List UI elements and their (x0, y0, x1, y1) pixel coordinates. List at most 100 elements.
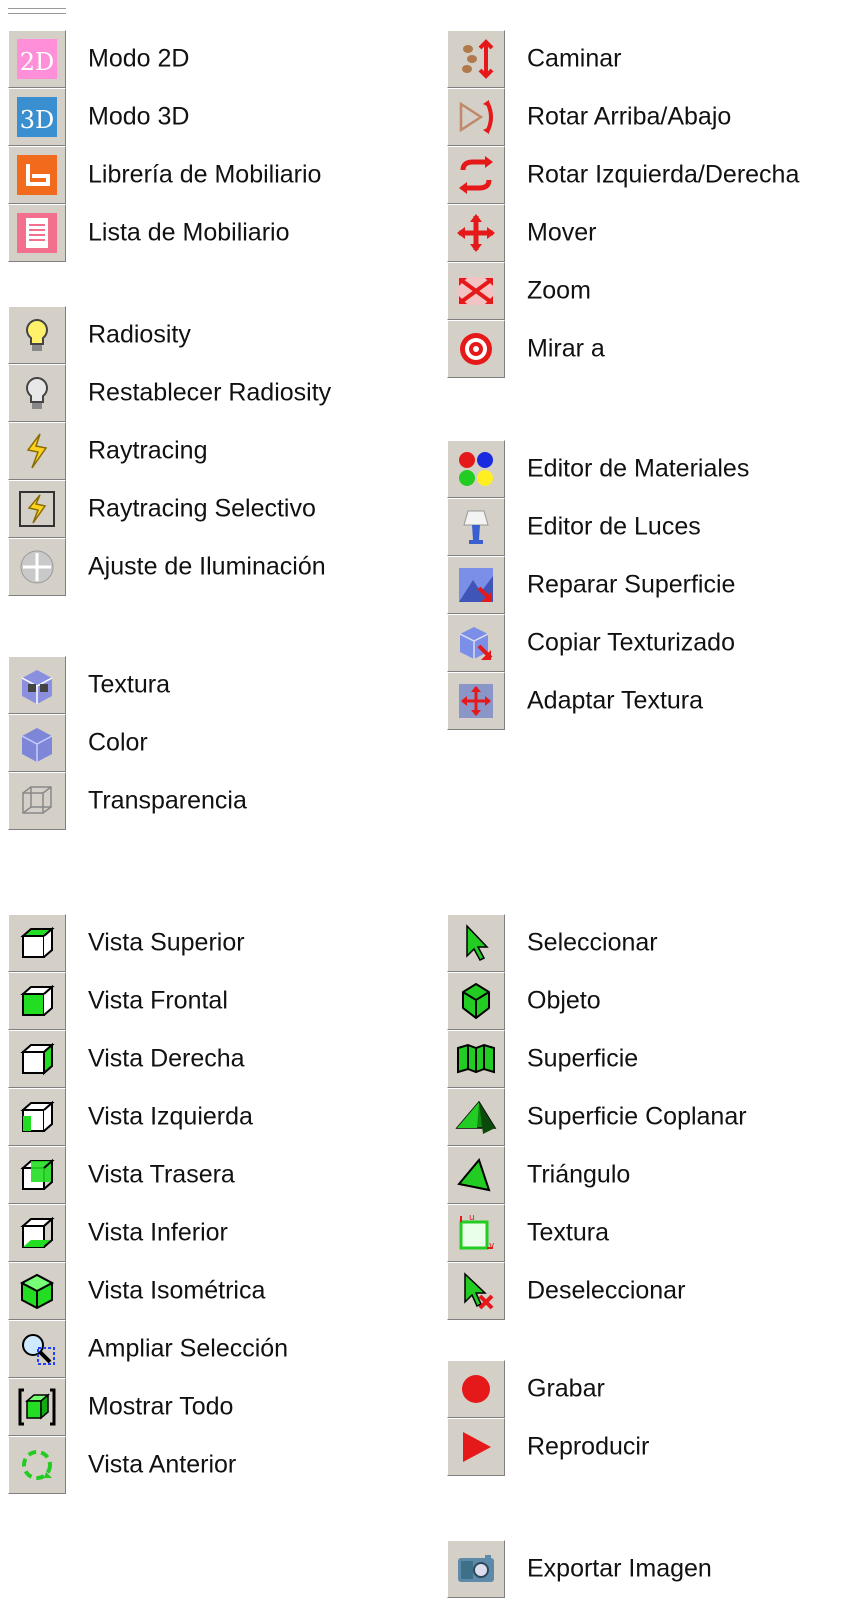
material-editor-icon (447, 440, 505, 498)
tool-label: Transparencia (88, 786, 247, 815)
tool-label: Rotar Izquierda/Derecha (527, 160, 800, 189)
tool-label: Vista Isométrica (88, 1276, 266, 1305)
select-arrow-icon (447, 914, 505, 972)
toolbar-group-views: Vista Superior Vista Frontal Vista Derec… (8, 914, 428, 1494)
toolbar-group-export: Exportar Imagen (447, 1540, 847, 1598)
surface-icon (447, 1030, 505, 1088)
tool-label: Vista Superior (88, 928, 245, 957)
view-top-icon (8, 914, 66, 972)
lightning-icon (8, 422, 66, 480)
texture-cube-icon (8, 656, 66, 714)
tool-label: Ampliar Selección (88, 1334, 289, 1363)
tool-label: Mover (527, 218, 597, 247)
tool-label: Deseleccionar (527, 1276, 686, 1305)
toolbar-group-selection: Seleccionar Objeto Superficie Superficie… (447, 914, 847, 1320)
furniture-library-icon (8, 146, 66, 204)
tool-label: Vista Trasera (88, 1160, 235, 1189)
tool-label: Triángulo (527, 1160, 631, 1189)
wireframe-cube-icon (8, 772, 66, 830)
coplanar-surface-icon (447, 1088, 505, 1146)
record-icon (447, 1360, 505, 1418)
tool-label: Mirar a (527, 334, 605, 363)
tool-label: Modo 2D (88, 44, 190, 73)
copy-texture-icon (447, 614, 505, 672)
tool-label: Vista Derecha (88, 1044, 245, 1073)
move-icon (447, 204, 505, 262)
tool-label: Vista Izquierda (88, 1102, 253, 1131)
tool-label: Exportar Imagen (527, 1554, 712, 1583)
tool-label: Color (88, 728, 148, 757)
tool-label: Textura (527, 1218, 609, 1247)
svg-text:2D: 2D (20, 48, 55, 76)
view-front-icon (8, 972, 66, 1030)
tool-label: Raytracing (88, 436, 208, 465)
deselect-icon (447, 1262, 505, 1320)
toolbar-group-record: Grabar Reproducir (447, 1360, 847, 1476)
zoom-selection-icon (8, 1320, 66, 1378)
object-icon (447, 972, 505, 1030)
show-all-icon (8, 1378, 66, 1436)
svg-text:3D: 3D (20, 106, 55, 134)
tool-label: Reparar Superficie (527, 570, 736, 599)
tool-label: Textura (88, 670, 170, 699)
walk-icon (447, 30, 505, 88)
tool-label: Vista Frontal (88, 986, 228, 1015)
color-cube-icon (8, 714, 66, 772)
tool-label: Seleccionar (527, 928, 658, 957)
tool-label: Mostrar Todo (88, 1392, 234, 1421)
svg-text:v: v (489, 1241, 495, 1251)
tool-label: Lista de Mobiliario (88, 218, 290, 247)
tool-label: Ajuste de Iluminación (88, 552, 326, 581)
tool-label: Restablecer Radiosity (88, 378, 332, 407)
lightbulb-off-icon (8, 364, 66, 422)
tool-label: Reproducir (527, 1432, 650, 1461)
svg-text:u: u (469, 1213, 475, 1223)
rotate-leftright-icon (447, 146, 505, 204)
toolbar-grip (8, 8, 66, 14)
view-isometric-icon (8, 1262, 66, 1320)
tool-label: Modo 3D (88, 102, 190, 131)
lightbulb-on-icon (8, 306, 66, 364)
view-left-icon (8, 1088, 66, 1146)
tool-label: Superficie Coplanar (527, 1102, 747, 1131)
toolbar-group-view-mode: 2D Modo 2D 3D Modo 3D Librería de Mobili… (8, 30, 428, 262)
rotate-updown-icon (447, 88, 505, 146)
play-icon (447, 1418, 505, 1476)
view-right-icon (8, 1030, 66, 1088)
tool-label: Vista Inferior (88, 1218, 228, 1247)
toolbar-group-lighting: Radiosity Restablecer Radiosity Raytraci… (8, 306, 428, 596)
previous-view-icon (8, 1436, 66, 1494)
tool-label: Librería de Mobiliario (88, 160, 322, 189)
view-back-icon (8, 1146, 66, 1204)
look-at-icon (447, 320, 505, 378)
tool-label: Caminar (527, 44, 622, 73)
zoom-icon (447, 262, 505, 320)
tool-label: Copiar Texturizado (527, 628, 735, 657)
triangle-icon (447, 1146, 505, 1204)
furniture-list-icon (8, 204, 66, 262)
toolbar-group-materials: Editor de Materiales Editor de Luces Rep… (447, 440, 847, 730)
tool-label: Editor de Luces (527, 512, 701, 541)
tool-label: Objeto (527, 986, 601, 1015)
fit-texture-icon (447, 672, 505, 730)
texture-uv-icon: uv (447, 1204, 505, 1262)
toolbar-group-navigation: Caminar Rotar Arriba/Abajo Rotar Izquier… (447, 30, 847, 378)
camera-icon (447, 1540, 505, 1598)
tool-label: Grabar (527, 1374, 605, 1403)
view-bottom-icon (8, 1204, 66, 1262)
light-editor-icon (447, 498, 505, 556)
tool-label: Editor de Materiales (527, 454, 750, 483)
tool-label: Radiosity (88, 320, 191, 349)
repair-surface-icon (447, 556, 505, 614)
tool-label: Adaptar Textura (527, 686, 704, 715)
tool-label: Rotar Arriba/Abajo (527, 102, 732, 131)
mode-2d-icon: 2D (8, 30, 66, 88)
tool-label: Vista Anterior (88, 1450, 237, 1479)
mode-3d-icon: 3D (8, 88, 66, 146)
light-adjust-icon (8, 538, 66, 596)
toolbar-group-render: Textura Color Transparencia (8, 656, 428, 830)
tool-label: Superficie (527, 1044, 639, 1073)
tool-label: Zoom (527, 276, 591, 305)
lightning-selective-icon (8, 480, 66, 538)
tool-label: Raytracing Selectivo (88, 494, 316, 523)
